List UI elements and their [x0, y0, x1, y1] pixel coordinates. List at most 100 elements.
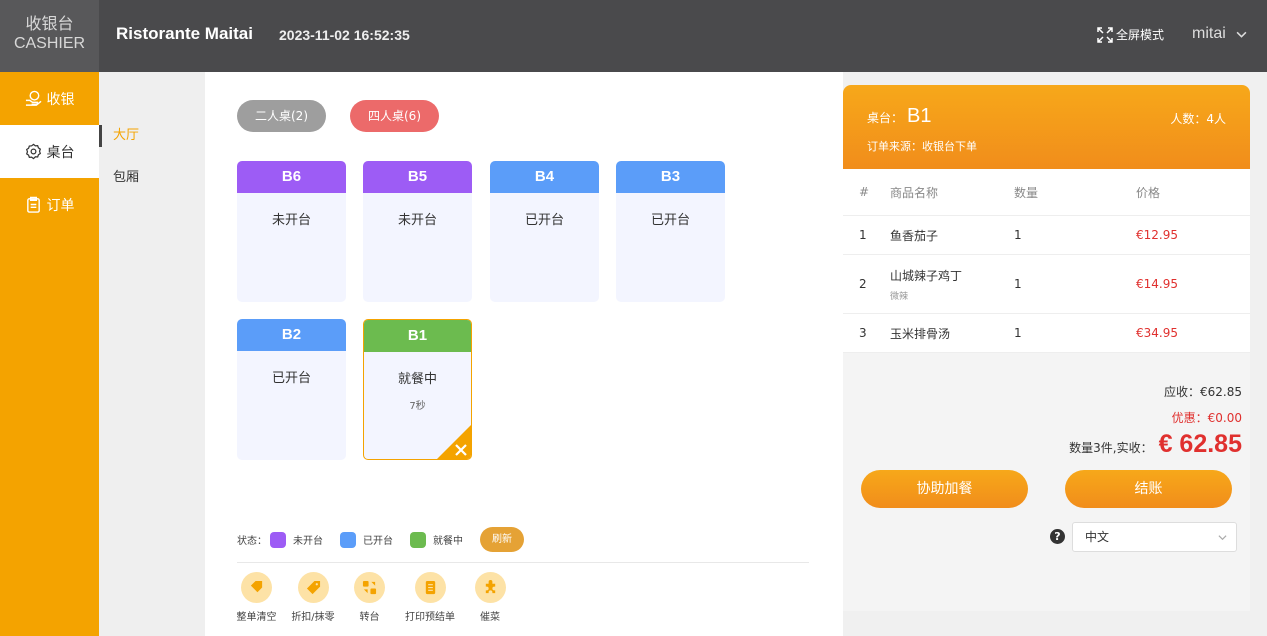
table-name: B4 [490, 161, 599, 193]
item-note: 微辣 [890, 291, 909, 302]
legend-swatch-opened [340, 531, 356, 548]
amount-due: 应收：€62.85 [1164, 385, 1242, 399]
user-menu[interactable]: mitai [1192, 25, 1247, 43]
col-header: 数量 [1014, 185, 1039, 200]
checkout-button[interactable]: 结账 [1065, 470, 1232, 508]
table-card-b3[interactable]: B3 已开台 [616, 161, 725, 302]
col-header: 商品名称 [890, 185, 939, 200]
nav-item-tables[interactable]: 桌台 [0, 125, 99, 178]
order-table-label: 桌台： [867, 111, 904, 125]
clear-order-button[interactable]: 整单清空 [230, 572, 283, 623]
table-status: 已开台 [650, 213, 690, 228]
table-card-b6[interactable]: B6 未开台 [237, 161, 346, 302]
clear-tag-icon [250, 580, 263, 593]
order-panel: 桌台： B1 人数：4人 订单来源：收银台下单 # 商品名称 数量 价格 1 鱼香… [843, 72, 1267, 636]
action-label: 转台 [359, 612, 380, 623]
cash-register-icon [25, 90, 41, 106]
help-icon[interactable]: ? [1050, 529, 1065, 544]
discount-button[interactable]: 折扣/抹零 [283, 572, 343, 623]
chevron-down-icon [1218, 535, 1227, 541]
close-icon[interactable] [454, 443, 468, 457]
table-row[interactable]: 2 山城辣子鸡丁 微辣 1 €14.95 [843, 255, 1250, 314]
table-name: B3 [616, 161, 725, 193]
table-card-b4[interactable]: B4 已开台 [490, 161, 599, 302]
legend-swatch-unopened [270, 531, 286, 548]
table-header-row: # 商品名称 数量 价格 [843, 169, 1250, 216]
order-source: 订单来源：收银台下单 [867, 140, 977, 153]
print-prebill-button[interactable]: 打印预结单 [396, 572, 464, 623]
username: mitai [1192, 25, 1226, 42]
table-row[interactable]: 1 鱼香茄子 1 €12.95 [843, 216, 1250, 255]
action-label: 催菜 [480, 612, 500, 623]
row-no: 3 [859, 326, 867, 340]
table-area: 二人桌(2) 四人桌(6) B6 未开台 B5 未开台 B4 已开台 B3 已开… [205, 72, 843, 636]
refresh-button[interactable]: 刷新 [480, 527, 524, 552]
item-price: €12.95 [1136, 228, 1178, 242]
legend-swatch-dining [410, 531, 426, 548]
order-people: 人数：4人 [1170, 112, 1226, 126]
table-name: B5 [363, 161, 472, 193]
rush-order-button[interactable]: 催菜 [464, 572, 516, 623]
nav-item-cashier[interactable]: 收银 [0, 72, 99, 125]
current-datetime: 2023-11-02 16:52:35 [279, 27, 410, 43]
item-name: 玉米排骨汤 [890, 326, 951, 341]
nav-label-orders: 订单 [46, 197, 75, 214]
table-card-b1[interactable]: B1 就餐中 7秒 [363, 319, 472, 460]
table-name: B1 [364, 320, 471, 352]
item-name: 鱼香茄子 [890, 228, 939, 243]
table-row[interactable]: 3 玉米排骨汤 1 €34.95 [843, 314, 1250, 353]
table-status: 已开台 [271, 371, 311, 386]
discount-amount: 优惠：€0.00 [1171, 411, 1242, 425]
action-label: 折扣/抹零 [291, 612, 335, 623]
item-price: €14.95 [1136, 277, 1178, 291]
order-header: 桌台： B1 人数：4人 订单来源：收银台下单 [843, 85, 1250, 169]
table-status: 就餐中 [397, 372, 437, 387]
col-header: # [859, 185, 870, 199]
logo-en: CASHIER [13, 35, 86, 52]
main-nav: 收银 桌台 订单 [0, 72, 99, 636]
legend-label: 状态： [237, 536, 267, 547]
item-qty: 1 [1014, 277, 1022, 291]
table-status: 未开台 [271, 213, 311, 228]
action-bar: 整单清空 折扣/抹零 转台 打印预结单 催菜 [230, 572, 516, 623]
chevron-down-icon [1236, 31, 1247, 38]
subnav-item-private-room[interactable]: 包厢 [99, 157, 205, 199]
amount-paid: 数量3件,实收： € 62.85 [1069, 430, 1242, 459]
nav-label-tables: 桌台 [46, 144, 75, 161]
fullscreen-label: 全屏模式 [1116, 28, 1165, 42]
nav-item-orders[interactable]: 订单 [0, 178, 99, 231]
table-status: 已开台 [524, 213, 564, 228]
table-name: B6 [237, 161, 346, 193]
col-header: 价格 [1136, 185, 1161, 200]
language-value: 中文 [1085, 530, 1110, 544]
filter-two-seat-button[interactable]: 二人桌(2) [237, 100, 326, 132]
clipboard-icon [26, 196, 40, 213]
assist-add-button[interactable]: 协助加餐 [861, 470, 1028, 508]
item-price: €34.95 [1136, 326, 1178, 340]
filter-four-seat-button[interactable]: 四人桌(6) [350, 100, 439, 132]
item-qty: 1 [1014, 228, 1022, 242]
subnav-item-hall[interactable]: 大厅 [99, 115, 205, 157]
language-select[interactable]: 中文 [1072, 522, 1237, 552]
table-card-b5[interactable]: B5 未开台 [363, 161, 472, 302]
order-table: 桌台： B1 [867, 105, 931, 128]
order-summary: 应收：€62.85 优惠：€0.00 数量3件,实收： € 62.85 协助加餐… [843, 353, 1250, 611]
item-qty: 1 [1014, 326, 1022, 340]
legend-opened: 已开台 [363, 536, 393, 547]
cashier-logo: 收银台 CASHIER [0, 0, 99, 72]
fullscreen-button[interactable]: 全屏模式 [1097, 26, 1164, 43]
legend-unopened: 未开台 [293, 536, 323, 547]
status-legend: 状态： 未开台 已开台 就餐中 刷新 [237, 527, 524, 552]
divider [237, 562, 809, 563]
gear-icon [25, 143, 41, 160]
paid-label: 数量3件,实收： [1069, 441, 1153, 455]
logo-cn: 收银台 [25, 14, 74, 33]
puzzle-icon [485, 580, 495, 594]
action-label: 整单清空 [236, 612, 277, 623]
item-name: 山城辣子鸡丁 [890, 268, 963, 283]
order-table-name: B1 [907, 105, 932, 127]
item-cell: 山城辣子鸡丁 微辣 [890, 267, 1014, 302]
transfer-icon [362, 580, 377, 595]
transfer-table-button[interactable]: 转台 [343, 572, 396, 623]
table-card-b2[interactable]: B2 已开台 [237, 319, 346, 460]
